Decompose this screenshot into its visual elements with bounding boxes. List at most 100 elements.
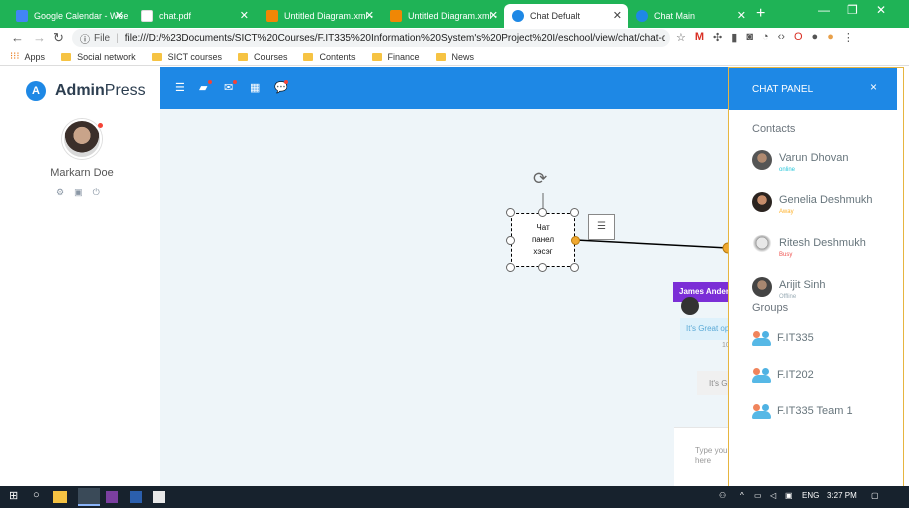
gmail-icon[interactable]: M: [695, 31, 704, 44]
bookmark-sict-courses[interactable]: SICT courses: [151, 51, 222, 62]
maximize-icon[interactable]: ❐: [847, 3, 858, 17]
bookmark-finance[interactable]: Finance: [371, 52, 420, 62]
drawio-icon: [390, 10, 402, 22]
bookmark-label: SICT courses: [167, 51, 222, 62]
resize-handle[interactable]: [570, 263, 579, 272]
url-bar[interactable]: ⓘ File | file:///D:/%23Documents/SICT%20…: [72, 29, 670, 47]
close-tab-icon[interactable]: ✕: [240, 9, 249, 22]
bookmark-news[interactable]: News: [435, 52, 474, 62]
close-tab-icon[interactable]: ✕: [115, 9, 124, 22]
gauge-icon[interactable]: ◔: [762, 31, 769, 44]
volume-icon[interactable]: ◁: [770, 491, 776, 500]
tab-chat-defualt[interactable]: Chat Defualt ✕: [504, 4, 628, 28]
close-window-icon[interactable]: ✕: [876, 3, 886, 17]
group-item[interactable]: F.IT335 Team 1: [752, 402, 892, 422]
url-text[interactable]: file:///D:/%23Documents/SICT%20Courses/F…: [125, 33, 665, 44]
top-navbar: ☰ ▰ ✉ ▦ 💬: [160, 67, 728, 109]
close-tab-icon[interactable]: ✕: [365, 9, 374, 22]
chat-panel-title: CHAT PANEL: [752, 84, 814, 95]
user-name[interactable]: Markarn Doe: [0, 167, 164, 179]
info-icon[interactable]: ⓘ: [80, 31, 90, 46]
menu-icon[interactable]: ⋮: [843, 31, 854, 44]
logo-text-light: Press: [104, 82, 146, 99]
chat-window-header[interactable]: James Anderson: [673, 282, 729, 302]
bulb-icon[interactable]: ●: [812, 31, 819, 44]
contact-item[interactable]: Ritesh Deshmukh Busy: [752, 235, 892, 265]
chat-panel-header: CHAT PANEL ×: [729, 68, 897, 110]
close-tab-icon[interactable]: ✕: [489, 9, 498, 22]
language-indicator[interactable]: ENG: [802, 491, 819, 500]
tab-chat-main[interactable]: Chat Main ✕: [628, 4, 752, 28]
new-tab-button[interactable]: +: [756, 5, 765, 23]
resize-handle[interactable]: [570, 208, 579, 217]
inbox-icon[interactable]: ▣: [74, 187, 83, 198]
camera-icon[interactable]: ◙: [746, 31, 753, 44]
word-taskbar-icon[interactable]: [130, 491, 142, 503]
tab-google-calendar[interactable]: Google Calendar - Wee ✕: [8, 4, 130, 28]
bookmark-contents[interactable]: Contents: [303, 52, 356, 62]
hamburger-menu-icon[interactable]: ☰: [175, 81, 185, 94]
tab-diagram-2[interactable]: Untitled Diagram.xml - ✕: [382, 4, 504, 28]
clock[interactable]: 3:27 PM: [827, 491, 857, 500]
back-icon[interactable]: ←: [11, 30, 24, 45]
minimize-icon[interactable]: —: [818, 3, 830, 17]
notifications-icon[interactable]: ▢: [871, 491, 879, 500]
close-icon[interactable]: ×: [870, 80, 877, 94]
resize-handle[interactable]: [538, 263, 547, 272]
people-icon[interactable]: ⚇: [719, 491, 726, 500]
logo-mark-icon: A: [26, 81, 46, 101]
group-item[interactable]: F.IT202: [752, 366, 892, 386]
contact-item[interactable]: Genelia Deshmukh Away: [752, 192, 892, 222]
settings-icon[interactable]: ⚙: [56, 187, 64, 198]
group-item[interactable]: F.IT335: [752, 329, 892, 349]
bookmark-star-icon[interactable]: ☆: [676, 31, 686, 44]
app-logo[interactable]: A AdminPress: [26, 81, 146, 101]
extension-icon[interactable]: ✣: [713, 31, 722, 44]
bookmark-icon[interactable]: ▮: [731, 31, 737, 44]
mail-icon[interactable]: ✉: [224, 81, 233, 94]
search-circle-icon[interactable]: ○: [33, 489, 40, 501]
calendar-icon: [16, 10, 28, 22]
forward-icon[interactable]: →: [33, 30, 46, 45]
folder-icon: [371, 52, 382, 61]
code-icon[interactable]: ‹›: [778, 31, 785, 44]
tab-chat-pdf[interactable]: chat.pdf ✕: [133, 4, 255, 28]
chat-contact-avatar: [681, 297, 699, 315]
app-taskbar-icon[interactable]: [153, 491, 165, 503]
link-format-icon[interactable]: ☰: [588, 214, 615, 240]
file-explorer-icon[interactable]: [53, 491, 67, 503]
diagram-shape[interactable]: Чат панел хэсэг: [511, 213, 575, 267]
battery-icon[interactable]: ▭: [754, 491, 762, 500]
close-tab-icon[interactable]: ✕: [613, 9, 622, 22]
bookmark-apps[interactable]: ⁝⁝⁝ Apps: [10, 51, 45, 62]
chat-message-input[interactable]: Type your m here: [674, 427, 728, 486]
message-icon[interactable]: ▰: [199, 81, 207, 94]
connector-start-handle[interactable]: [571, 236, 580, 245]
tray-chevron-icon[interactable]: ^: [740, 491, 744, 500]
resize-handle[interactable]: [506, 208, 515, 217]
contact-item[interactable]: Varun Dhovan online: [752, 150, 892, 180]
opera-icon[interactable]: O: [794, 31, 803, 44]
app-taskbar-icon[interactable]: [106, 491, 118, 503]
contact-name: Genelia Deshmukh: [779, 194, 873, 206]
tab-diagram-1[interactable]: Untitled Diagram.xml - ✕: [258, 4, 380, 28]
rotate-icon[interactable]: ⟳: [533, 169, 547, 189]
contact-name: Varun Dhovan: [779, 152, 849, 164]
extension-icons: ☆ M ✣ ▮ ◙ ◔ ‹› O ● ● ⋮: [676, 31, 854, 44]
bookmark-courses[interactable]: Courses: [237, 51, 288, 62]
network-icon[interactable]: ▣: [785, 491, 793, 500]
resize-handle[interactable]: [506, 236, 515, 245]
bookmark-label: Courses: [253, 51, 288, 62]
reload-icon[interactable]: ↻: [53, 30, 64, 46]
power-icon[interactable]: ⏻: [93, 187, 100, 198]
close-tab-icon[interactable]: ✕: [737, 9, 746, 22]
group-name: F.IT335: [777, 332, 814, 344]
grid-icon[interactable]: ▦: [250, 81, 260, 94]
profile-icon[interactable]: ●: [827, 31, 834, 44]
resize-handle[interactable]: [506, 263, 515, 272]
bookmark-social-network[interactable]: Social network: [61, 52, 136, 62]
user-avatar[interactable]: [62, 119, 102, 159]
chrome-taskbar-icon[interactable]: [78, 488, 100, 506]
windows-start-icon[interactable]: ⊞: [9, 489, 18, 502]
resize-handle[interactable]: [538, 208, 547, 217]
